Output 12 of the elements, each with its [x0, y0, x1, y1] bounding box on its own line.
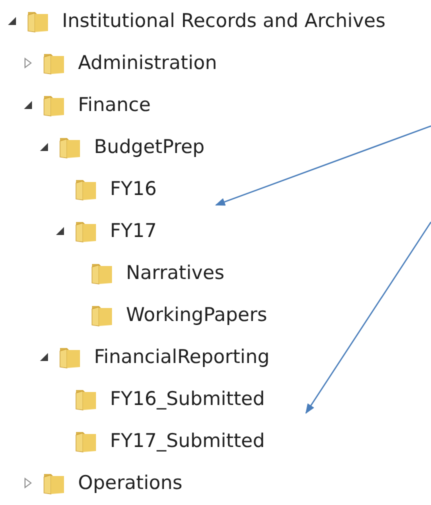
tree-item[interactable]: Administration: [78, 52, 218, 74]
tree-item[interactable]: FY16: [110, 178, 157, 200]
tree-item[interactable]: Narratives: [126, 262, 224, 284]
tree-item[interactable]: FinancialReporting: [94, 346, 270, 368]
tree-item[interactable]: Finance: [78, 94, 151, 116]
tree-item[interactable]: WorkingPapers: [126, 304, 268, 326]
tree-item[interactable]: BudgetPrep: [94, 136, 205, 158]
tree-item[interactable]: Institutional Records and Archives: [62, 10, 386, 32]
tree-item[interactable]: FY17_Submitted: [110, 430, 265, 452]
tree-item[interactable]: FY17: [110, 220, 157, 242]
tree-item[interactable]: Operations: [78, 472, 182, 494]
tree-item[interactable]: FY16_Submitted: [110, 388, 265, 410]
